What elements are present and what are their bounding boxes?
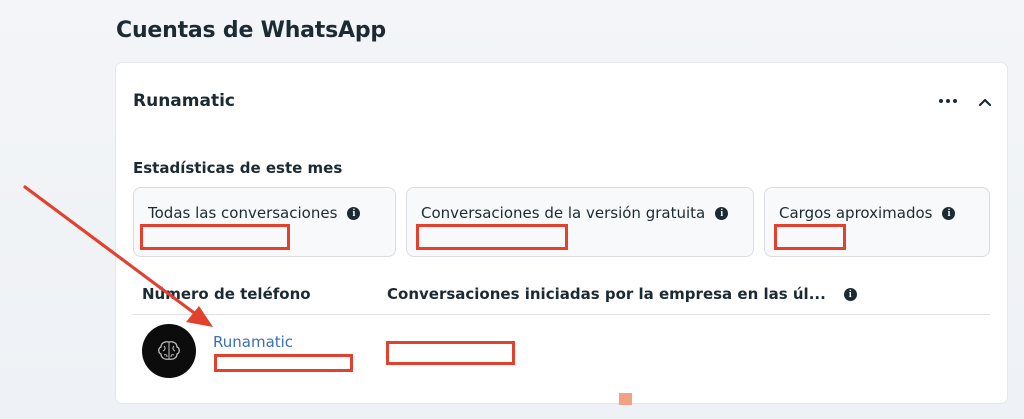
more-options-button[interactable]	[936, 91, 960, 111]
column-header-phone: Número de teléfono	[142, 285, 311, 303]
info-icon[interactable]: i	[347, 207, 361, 220]
stat-label: Conversaciones de la versión gratuita	[421, 204, 706, 222]
redaction-box	[214, 354, 353, 372]
info-icon[interactable]: i	[843, 288, 857, 301]
table-divider	[133, 314, 990, 315]
redaction-box	[416, 224, 568, 250]
stat-label: Todas las conversaciones	[148, 204, 338, 222]
info-icon[interactable]: i	[715, 207, 729, 220]
stat-label: Cargos aproximados	[779, 204, 933, 222]
brain-icon	[158, 341, 180, 360]
scroll-marker	[619, 393, 632, 405]
stat-free-conversations: Conversaciones de la versión gratuita i	[406, 187, 754, 257]
chevron-up-icon	[978, 98, 992, 107]
stats-title: Estadísticas de este mes	[133, 159, 343, 177]
account-name: Runamatic	[133, 91, 235, 111]
redaction-box	[140, 224, 290, 250]
whatsapp-account-card: Runamatic Estadísticas de este mes Todas…	[116, 63, 1007, 403]
avatar	[142, 324, 196, 378]
phone-display-name-link[interactable]: Runamatic	[213, 333, 293, 351]
redaction-box	[774, 224, 846, 250]
redaction-box	[386, 341, 515, 365]
more-horizontal-icon	[939, 99, 957, 103]
info-icon[interactable]: i	[942, 207, 956, 220]
column-header-conversations: Conversaciones iniciadas por la empresa …	[387, 285, 857, 303]
page-title: Cuentas de WhatsApp	[116, 18, 386, 43]
collapse-button[interactable]	[974, 91, 996, 113]
stat-all-conversations: Todas las conversaciones i	[133, 187, 396, 257]
stat-approximate-charges: Cargos aproximados i	[764, 187, 990, 257]
